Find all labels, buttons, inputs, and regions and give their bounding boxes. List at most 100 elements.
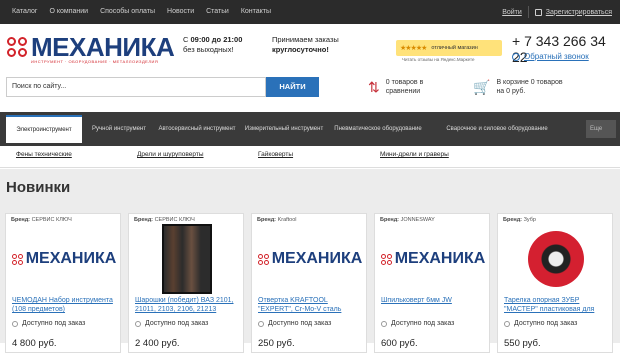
tool-kit-image	[162, 224, 212, 294]
tab-pneumatic[interactable]: Пневматическое оборудование	[334, 115, 422, 143]
nav-articles[interactable]: Статьи	[200, 0, 235, 24]
product-price: 600 руб.	[381, 338, 418, 349]
placeholder-logo-icon: МЕХАНИКА	[12, 250, 117, 268]
product-card[interactable]: Бренд: СЕРВИС КЛЮЧ МЕХАНИКА ЧЕМОДАН Набо…	[5, 213, 121, 353]
availability-text: Доступно под заказ	[22, 320, 86, 327]
phone-icon	[512, 52, 520, 61]
subcat-heat-guns[interactable]: Фены технические	[16, 151, 72, 158]
product-image[interactable]: МЕХАНИКА	[12, 229, 116, 289]
product-brand: Бренд: Зубр	[503, 217, 536, 223]
brand-name: СЕРВИС КЛЮЧ	[31, 217, 72, 223]
compare-line1: 0 товаров в	[385, 79, 424, 86]
hours-note: без выходных!	[183, 45, 234, 54]
product-name-link[interactable]: Тарелка опорная ЗУБР "МАСТЕР" пластикова…	[504, 296, 608, 314]
nav-payment[interactable]: Способы оплаты	[94, 0, 161, 24]
brand-name: JONNESWAY	[400, 217, 435, 223]
product-brand: Бренд: СЕРВИС КЛЮЧ	[134, 217, 195, 223]
product-card[interactable]: Бренд: Kraftool МЕХАНИКА Отвертка KRAFTO…	[251, 213, 367, 353]
tab-power-tools[interactable]: Электроинструмент	[6, 115, 82, 143]
rating-reviews-link[interactable]: Читать отзывы на Яндекс.Маркете	[402, 57, 475, 62]
placeholder-logo-word: МЕХАНИКА	[271, 250, 363, 267]
brand-label: Бренд:	[503, 217, 523, 223]
cart-line1: В корзине 0 товаров	[496, 79, 563, 86]
product-availability: Доступно под заказ	[135, 320, 208, 327]
subcategory-bar: Фены технические Дрели и шуруповерты Гай…	[0, 146, 620, 168]
brand-name: СЕРВИС КЛЮЧ	[154, 217, 195, 223]
placeholder-logo-icon: МЕХАНИКА	[258, 250, 363, 268]
login-link[interactable]: Войти	[502, 9, 522, 16]
product-brand: Бренд: СЕРВИС КЛЮЧ	[11, 217, 72, 223]
availability-text: Доступно под заказ	[391, 320, 455, 327]
product-price: 550 руб.	[504, 338, 541, 349]
placeholder-logo-word: МЕХАНИКА	[25, 250, 117, 267]
product-name-link[interactable]: Отвертка KRAFTOOL "EXPERT", Cr-Mo-V стал…	[258, 296, 362, 314]
work-hours: С 09:00 до 21:00 без выходных!	[183, 35, 242, 55]
search-input[interactable]: Поиск по сайту...	[6, 77, 266, 97]
lock-icon	[534, 8, 542, 16]
nav-catalog[interactable]: Каталог	[6, 0, 43, 24]
nav-contacts[interactable]: Контакты	[235, 0, 277, 24]
subcat-drills[interactable]: Дрели и шуруповерты	[137, 151, 204, 158]
brand-name: Kraftool	[277, 217, 297, 223]
register-link[interactable]: Зарегистрироваться	[546, 9, 612, 16]
tab-hand-tools[interactable]: Ручной инструмент	[86, 115, 152, 143]
nav-news[interactable]: Новости	[161, 0, 200, 24]
product-image[interactable]: МЕХАНИКА	[381, 229, 485, 289]
cart-icon: 🛒	[473, 78, 491, 95]
product-availability: Доступно под заказ	[504, 320, 577, 327]
hours-prefix: С	[183, 35, 191, 44]
orders-info: Принимаем заказы круглосуточно!	[272, 35, 339, 55]
availability-icon	[258, 320, 264, 327]
compare-line2: сравнении	[385, 88, 421, 95]
brand-label: Бренд:	[257, 217, 277, 223]
availability-icon	[381, 320, 387, 327]
orders-line2: круглосуточно!	[272, 45, 329, 54]
availability-icon	[504, 320, 510, 327]
product-availability: Доступно под заказ	[12, 320, 85, 327]
compare-widget[interactable]: ⇅ 0 товаров в сравнении	[368, 78, 423, 96]
placeholder-logo-word: МЕХАНИКА	[394, 250, 486, 267]
tab-auto-tools[interactable]: Автосервисный инструмент	[158, 115, 236, 143]
callback-label: Обратный звонок	[524, 52, 589, 61]
tab-welding[interactable]: Сварочное и силовое оборудование	[432, 115, 562, 143]
callback-link[interactable]: Обратный звонок	[512, 52, 589, 61]
product-image[interactable]	[135, 224, 239, 294]
backing-pad-image	[528, 231, 584, 287]
brand-name: Зубр	[523, 217, 536, 223]
search-row: Поиск по сайту... НАЙТИ ⇅ 0 товаров в ср…	[0, 74, 620, 104]
product-name-link[interactable]: ЧЕМОДАН Набор инструмента (108 предметов…	[12, 296, 116, 314]
header: МЕХАНИКА ИНСТРУМЕНТ · ОБОРУДОВАНИЕ · МЕТ…	[0, 24, 620, 74]
more-categories-button[interactable]: Еще	[586, 120, 616, 138]
product-name-link[interactable]: Шарошки (победит) ВАЗ 2101, 21011, 2103,…	[135, 296, 239, 314]
availability-text: Доступно под заказ	[514, 320, 578, 327]
product-brand: Бренд: JONNESWAY	[380, 217, 435, 223]
orders-line1: Принимаем заказы	[272, 35, 339, 44]
product-card[interactable]: Бренд: СЕРВИС КЛЮЧ Шарошки (победит) ВАЗ…	[128, 213, 244, 353]
tab-measuring-tools[interactable]: Измерительный инструмент	[244, 115, 324, 143]
cart-widget[interactable]: 🛒 В корзине 0 товаров на 0 руб.	[473, 78, 563, 96]
availability-icon	[12, 320, 18, 327]
product-image[interactable]	[504, 229, 608, 289]
top-nav: Каталог О компании Способы оплаты Новост…	[0, 0, 277, 24]
logo-word: МЕХАНИКА	[31, 32, 175, 62]
product-card[interactable]: Бренд: JONNESWAY МЕХАНИКА Шпильковерт 6м…	[374, 213, 490, 353]
logo-tagline: ИНСТРУМЕНТ · ОБОРУДОВАНИЕ · МЕТАЛЛОИЗДЕЛ…	[31, 59, 159, 64]
top-bar: Каталог О компании Способы оплаты Новост…	[0, 0, 620, 24]
brand-label: Бренд:	[11, 217, 31, 223]
site-logo[interactable]: МЕХАНИКА ИНСТРУМЕНТ · ОБОРУДОВАНИЕ · МЕТ…	[6, 32, 175, 64]
placeholder-logo-icon: МЕХАНИКА	[381, 250, 486, 268]
new-products-section: Новинки Бренд: СЕРВИС КЛЮЧ МЕХАНИКА ЧЕМО…	[0, 169, 620, 353]
product-image[interactable]: МЕХАНИКА	[258, 229, 362, 289]
nav-about[interactable]: О компании	[43, 0, 94, 24]
divider	[527, 6, 529, 18]
market-rating-badge[interactable]: ★★★★★ отличный магазин	[396, 40, 502, 56]
product-name-link[interactable]: Шпильковерт 6мм JW	[381, 296, 485, 305]
brand-label: Бренд:	[134, 217, 154, 223]
product-card[interactable]: Бренд: Зубр Тарелка опорная ЗУБР "МАСТЕР…	[497, 213, 613, 353]
subcat-wrenches[interactable]: Гайковерты	[258, 151, 293, 158]
rating-label: отличный магазин	[431, 45, 478, 51]
product-brand: Бренд: Kraftool	[257, 217, 297, 223]
subcat-mini-drills[interactable]: Мини-дрели и граверы	[380, 151, 449, 158]
search-button[interactable]: НАЙТИ	[266, 77, 319, 97]
availability-text: Доступно под заказ	[268, 320, 332, 327]
